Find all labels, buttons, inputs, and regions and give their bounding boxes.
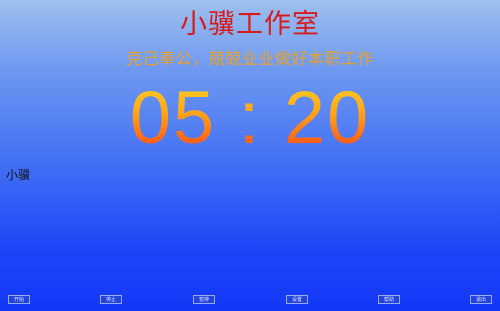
- studio-title: 小骥工作室: [180, 9, 320, 40]
- help-button[interactable]: 帮助: [378, 295, 400, 304]
- user-name-label: 小骥: [6, 168, 31, 182]
- exit-button[interactable]: 退出: [470, 295, 492, 304]
- motto-text: 克己奉公，兢兢业业做好本职工作: [126, 49, 374, 68]
- countdown-clock: 05 : 20: [0, 73, 500, 163]
- settings-button[interactable]: 设置: [286, 295, 308, 304]
- start-button[interactable]: 开始: [8, 295, 30, 304]
- pause-button[interactable]: 暂停: [193, 295, 215, 304]
- stop-button[interactable]: 停止: [100, 295, 122, 304]
